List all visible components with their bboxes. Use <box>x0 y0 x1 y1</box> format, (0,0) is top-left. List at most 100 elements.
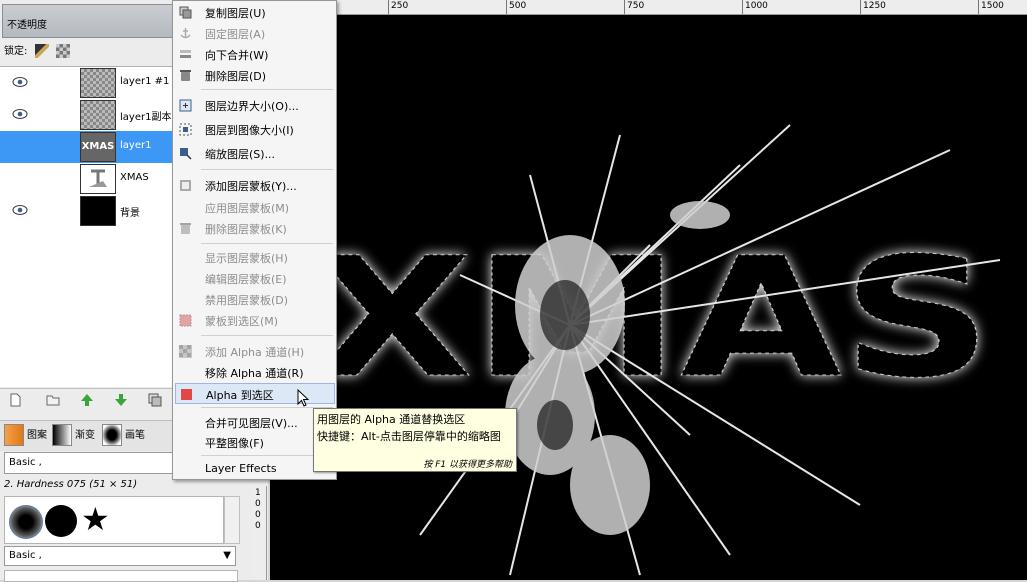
menu-item-merge-visible-layers[interactable]: 合并可见图层(V)... <box>175 412 335 433</box>
menu-item-label: 复制图层(U) <box>205 7 266 20</box>
brush-star[interactable]: ★ <box>81 501 110 537</box>
menu-item-merge-down[interactable]: 向下合并(W) <box>175 44 335 65</box>
trash-icon <box>180 70 191 81</box>
menu-item-label: 缩放图层(S)... <box>205 148 276 161</box>
ruler-tick: 1500 <box>978 0 1004 14</box>
menu-item-layer-boundary-size[interactable]: 图层边界大小(O)... <box>175 95 335 116</box>
menu-tooltip: 用图层的 Alpha 通道替换选区 快捷键：Alt-点击图层停靠中的缩略图 按 … <box>313 408 517 472</box>
new-layer-icon[interactable] <box>8 393 22 407</box>
menu-item-label: 显示图层蒙板(H) <box>205 252 288 265</box>
layer-thumbnail[interactable] <box>80 68 116 98</box>
menu-item-label: 删除图层(D) <box>205 70 267 83</box>
menu-separator <box>201 89 333 90</box>
menu-item-anchor-layer[interactable]: 固定图层(A) <box>175 23 335 44</box>
menu-item-edit-layer-mask[interactable]: 编辑图层蒙板(E) <box>175 268 335 289</box>
menu-item-label: 蒙板到选区(M) <box>205 315 279 328</box>
anchor-icon <box>180 28 191 39</box>
ruler-tick: 500 <box>506 0 526 14</box>
canvas-artwork: XMAS XMAS <box>312 124 1001 576</box>
ruler-tick: 750 <box>624 0 644 14</box>
brush-hardness-075[interactable] <box>9 505 43 539</box>
lock-pixels-icon[interactable] <box>34 44 49 58</box>
layer-thumbnail[interactable]: XMAS <box>80 132 116 162</box>
mask-to-selection-icon <box>179 314 192 327</box>
menu-item-duplicate-layer[interactable]: 复制图层(U) <box>175 2 335 23</box>
brush-hardness-100[interactable] <box>45 505 77 537</box>
duplicate-icon <box>179 6 192 19</box>
menu-item-label: 编辑图层蒙板(E) <box>205 273 287 286</box>
brush-scrollbar[interactable] <box>224 496 240 544</box>
menu-item-layer-effects[interactable]: Layer Effects <box>175 459 335 480</box>
new-group-icon[interactable] <box>46 393 60 407</box>
tooltip-description: 用图层的 Alpha 通道替换选区 <box>317 413 466 426</box>
image-canvas[interactable]: XMAS XMAS <box>270 15 1027 580</box>
layer-thumbnail[interactable] <box>80 100 116 130</box>
layer-name[interactable]: layer1副本 <box>120 108 171 123</box>
menu-item-show-layer-mask[interactable]: 显示图层蒙板(H) <box>175 247 335 268</box>
menu-item-label: 图层边界大小(O)... <box>205 100 299 113</box>
menu-item-scale-layer[interactable]: 缩放图层(S)... <box>175 143 335 164</box>
layer-thumbnail[interactable] <box>80 196 116 226</box>
ruler-tick: 1000 <box>742 0 768 14</box>
menu-item-label: 向下合并(W) <box>205 49 269 62</box>
tab-patterns[interactable]: 图案 <box>4 424 47 448</box>
menu-item-label: Layer Effects <box>205 462 277 475</box>
vertical-ruler[interactable]: 1 0 0 0 <box>252 486 267 580</box>
menu-item-apply-layer-mask[interactable]: 应用图层蒙板(M) <box>175 197 335 218</box>
ruler-tick: 250 <box>388 0 408 14</box>
alpha-to-selection-icon <box>181 389 192 400</box>
eye-icon[interactable] <box>12 204 28 216</box>
menu-item-disable-layer-mask[interactable]: 禁用图层蒙板(D) <box>175 289 335 310</box>
menu-item-alpha-to-selection[interactable]: Alpha 到选区 <box>175 383 335 404</box>
alpha-channel-icon <box>179 345 192 358</box>
duplicate-layer-icon[interactable] <box>148 393 162 407</box>
lock-alpha-icon[interactable] <box>55 44 70 58</box>
ruler-tick: 0 <box>255 499 261 509</box>
layer-name[interactable]: layer1 <box>120 140 151 151</box>
menu-item-flatten-image[interactable]: 平整图像(F) <box>175 432 335 453</box>
tab-gradients-label: 渐变 <box>75 430 95 441</box>
layer-name[interactable]: XMAS <box>120 172 149 183</box>
ruler-tick: 0 <box>255 521 261 531</box>
horizontal-ruler[interactable]: 250 500 750 1000 1250 1500 <box>268 0 1027 15</box>
raise-layer-icon[interactable] <box>80 393 94 407</box>
menu-item-label: 添加 Alpha 通道(H) <box>205 346 305 359</box>
menu-item-add-alpha-channel[interactable]: 添加 Alpha 通道(H) <box>175 341 335 362</box>
tab-brushes[interactable]: 画笔 <box>102 424 145 448</box>
menu-item-label: 应用图层蒙板(M) <box>205 202 290 215</box>
menu-item-label: 移除 Alpha 通道(R) <box>205 367 304 380</box>
layer-name[interactable]: 背景 <box>120 204 140 219</box>
menu-separator <box>201 169 333 170</box>
lower-layer-icon[interactable] <box>114 393 128 407</box>
layer-name[interactable]: layer1 #1 <box>120 76 169 87</box>
menu-item-label: 图层到图像大小(I) <box>205 124 294 137</box>
tab-gradients[interactable]: 渐变 <box>52 424 95 448</box>
eye-icon[interactable] <box>12 108 28 120</box>
tooltip-shortcut: 快捷键：Alt-点击图层停靠中的缩略图 <box>317 430 501 443</box>
menu-item-delete-layer[interactable]: 删除图层(D) <box>175 65 335 86</box>
menu-item-delete-layer-mask[interactable]: 删除图层蒙板(K) <box>175 218 335 239</box>
layer-to-image-icon <box>179 123 192 136</box>
eye-icon[interactable] <box>12 76 28 88</box>
menu-item-remove-alpha-channel[interactable]: 移除 Alpha 通道(R) <box>175 362 335 383</box>
lock-label: 锁定: <box>4 46 28 57</box>
current-brush-name: 2. Hardness 075 (51 × 51) <box>4 479 138 490</box>
menu-item-label: 合并可见图层(V)... <box>205 417 298 430</box>
layer-boundary-icon <box>179 99 192 112</box>
layer-thumbnail[interactable] <box>80 164 116 194</box>
ruler-tick: 1 <box>255 488 261 498</box>
menu-item-mask-to-selection[interactable]: 蒙板到选区(M) <box>175 310 335 331</box>
brush-tag-filter-2[interactable]: Basic , ▼ <box>4 546 236 566</box>
add-mask-icon <box>180 180 191 191</box>
tab-patterns-label: 图案 <box>27 430 47 441</box>
menu-item-add-layer-mask[interactable]: 添加图层蒙板(Y)... <box>175 175 335 196</box>
brush-panel-bottom <box>4 570 238 582</box>
trash-icon <box>180 223 191 234</box>
menu-separator <box>201 243 333 244</box>
menu-item-layer-to-image-size[interactable]: 图层到图像大小(I) <box>175 119 335 140</box>
menu-item-label: 添加图层蒙板(Y)... <box>205 180 297 193</box>
menu-item-label: Alpha 到选区 <box>206 389 274 402</box>
tooltip-help-hint: 按 F1 以获得更多帮助 <box>423 460 512 470</box>
text-layer-icon <box>89 169 107 187</box>
menu-item-label: 删除图层蒙板(K) <box>205 223 287 236</box>
